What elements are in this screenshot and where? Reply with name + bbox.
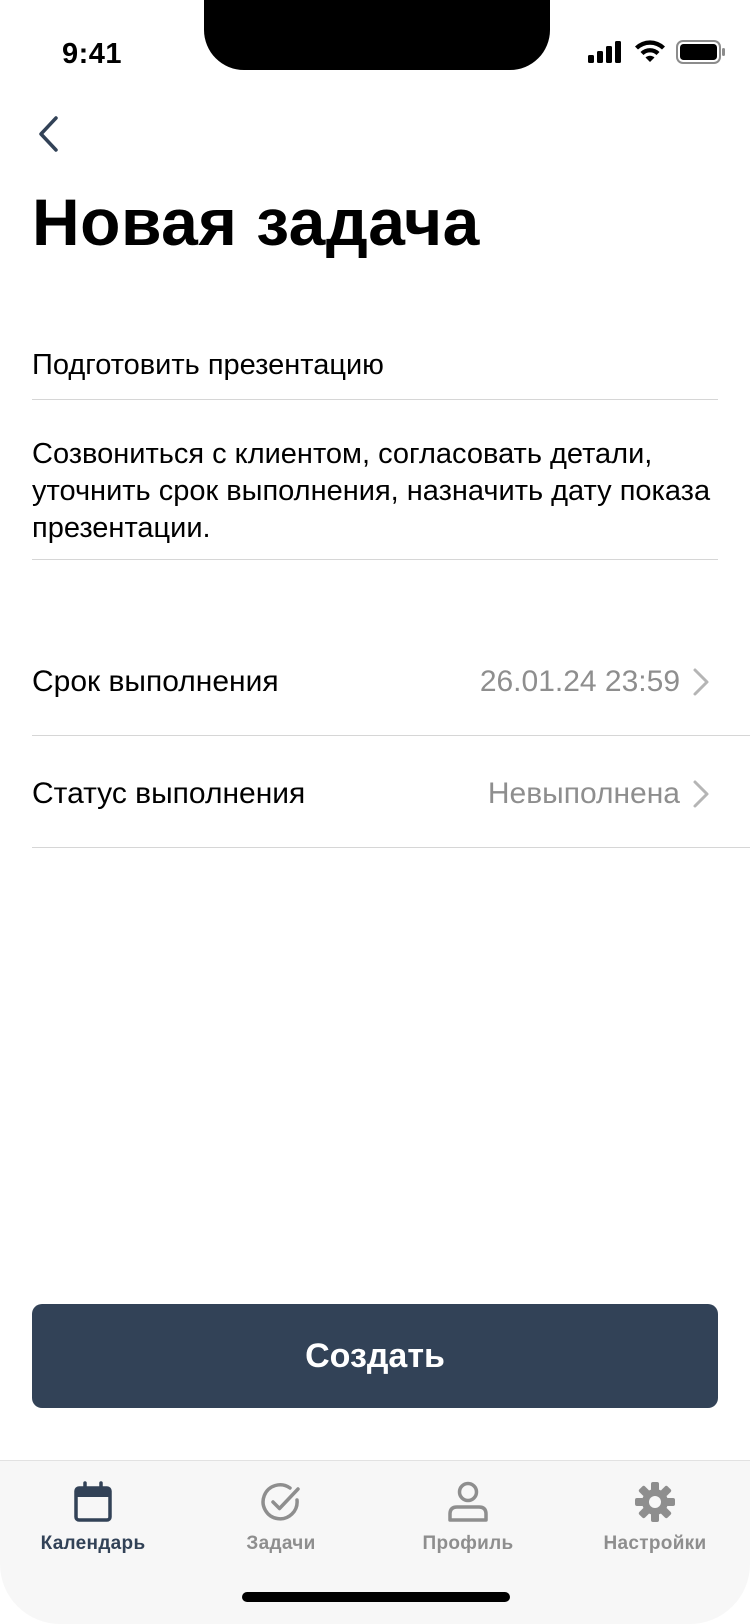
create-button[interactable]: Создать <box>32 1304 718 1408</box>
chevron-left-icon <box>39 116 58 152</box>
home-indicator <box>242 1592 510 1602</box>
screen: 9:41 Новая задача Подготовить презентаци… <box>0 0 750 1624</box>
tab-tasks-label: Задачи <box>246 1533 316 1554</box>
status-row[interactable]: Статус выполнения Невыполнена <box>32 740 750 848</box>
tab-settings-label: Настройки <box>603 1533 707 1554</box>
wifi-icon <box>635 40 665 62</box>
calendar-icon <box>74 1481 112 1522</box>
person-icon <box>448 1481 488 1522</box>
back-button[interactable] <box>30 112 66 156</box>
deadline-row[interactable]: Срок выполнения 26.01.24 23:59 <box>32 628 750 736</box>
tab-settings[interactable]: Настройки <box>565 1481 745 1555</box>
status-time: 9:41 <box>62 38 123 70</box>
deadline-label: Срок выполнения <box>32 664 279 698</box>
tab-profile-label: Профиль <box>422 1533 514 1554</box>
task-title-field[interactable]: Подготовить презентацию <box>32 340 718 400</box>
gear-icon <box>635 1482 675 1522</box>
page-title: Новая задача <box>32 185 480 259</box>
deadline-value: 26.01.24 23:59 <box>479 664 680 698</box>
tab-tasks[interactable]: Задачи <box>191 1481 371 1555</box>
status-icons <box>588 40 726 64</box>
status-value: Невыполнена <box>487 776 680 810</box>
status-value-group: Невыполнена <box>488 777 710 811</box>
notch <box>204 0 550 70</box>
signal-icon <box>588 41 621 63</box>
task-description-field[interactable]: Созвониться с клиентом, согласовать дета… <box>32 432 718 560</box>
tab-profile[interactable]: Профиль <box>378 1481 558 1555</box>
chevron-right-icon <box>693 780 709 807</box>
status-label: Статус выполнения <box>32 776 306 810</box>
tab-calendar-label: Календарь <box>40 1533 146 1554</box>
battery-icon <box>676 40 725 64</box>
deadline-value-group: 26.01.24 23:59 <box>480 665 710 699</box>
tab-calendar[interactable]: Календарь <box>3 1481 183 1555</box>
check-circle-icon <box>261 1483 300 1521</box>
chevron-right-icon <box>693 668 709 695</box>
